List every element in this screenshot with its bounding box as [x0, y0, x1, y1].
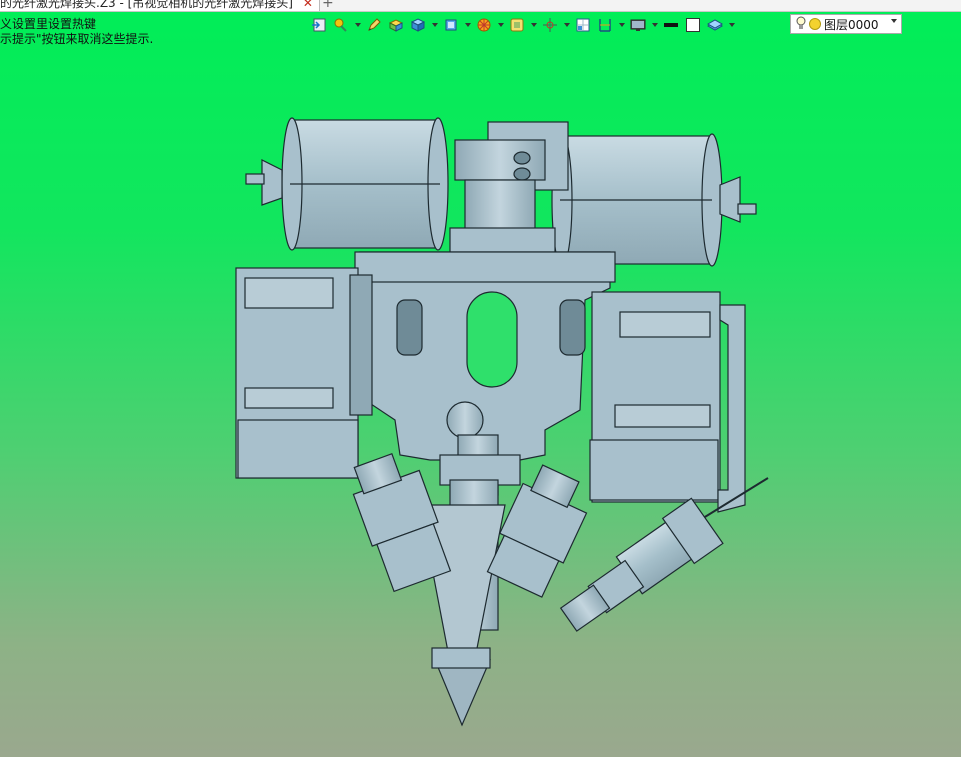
laser-welding-head-model — [235, 117, 769, 727]
cad-model-viewport[interactable] — [0, 0, 961, 757]
